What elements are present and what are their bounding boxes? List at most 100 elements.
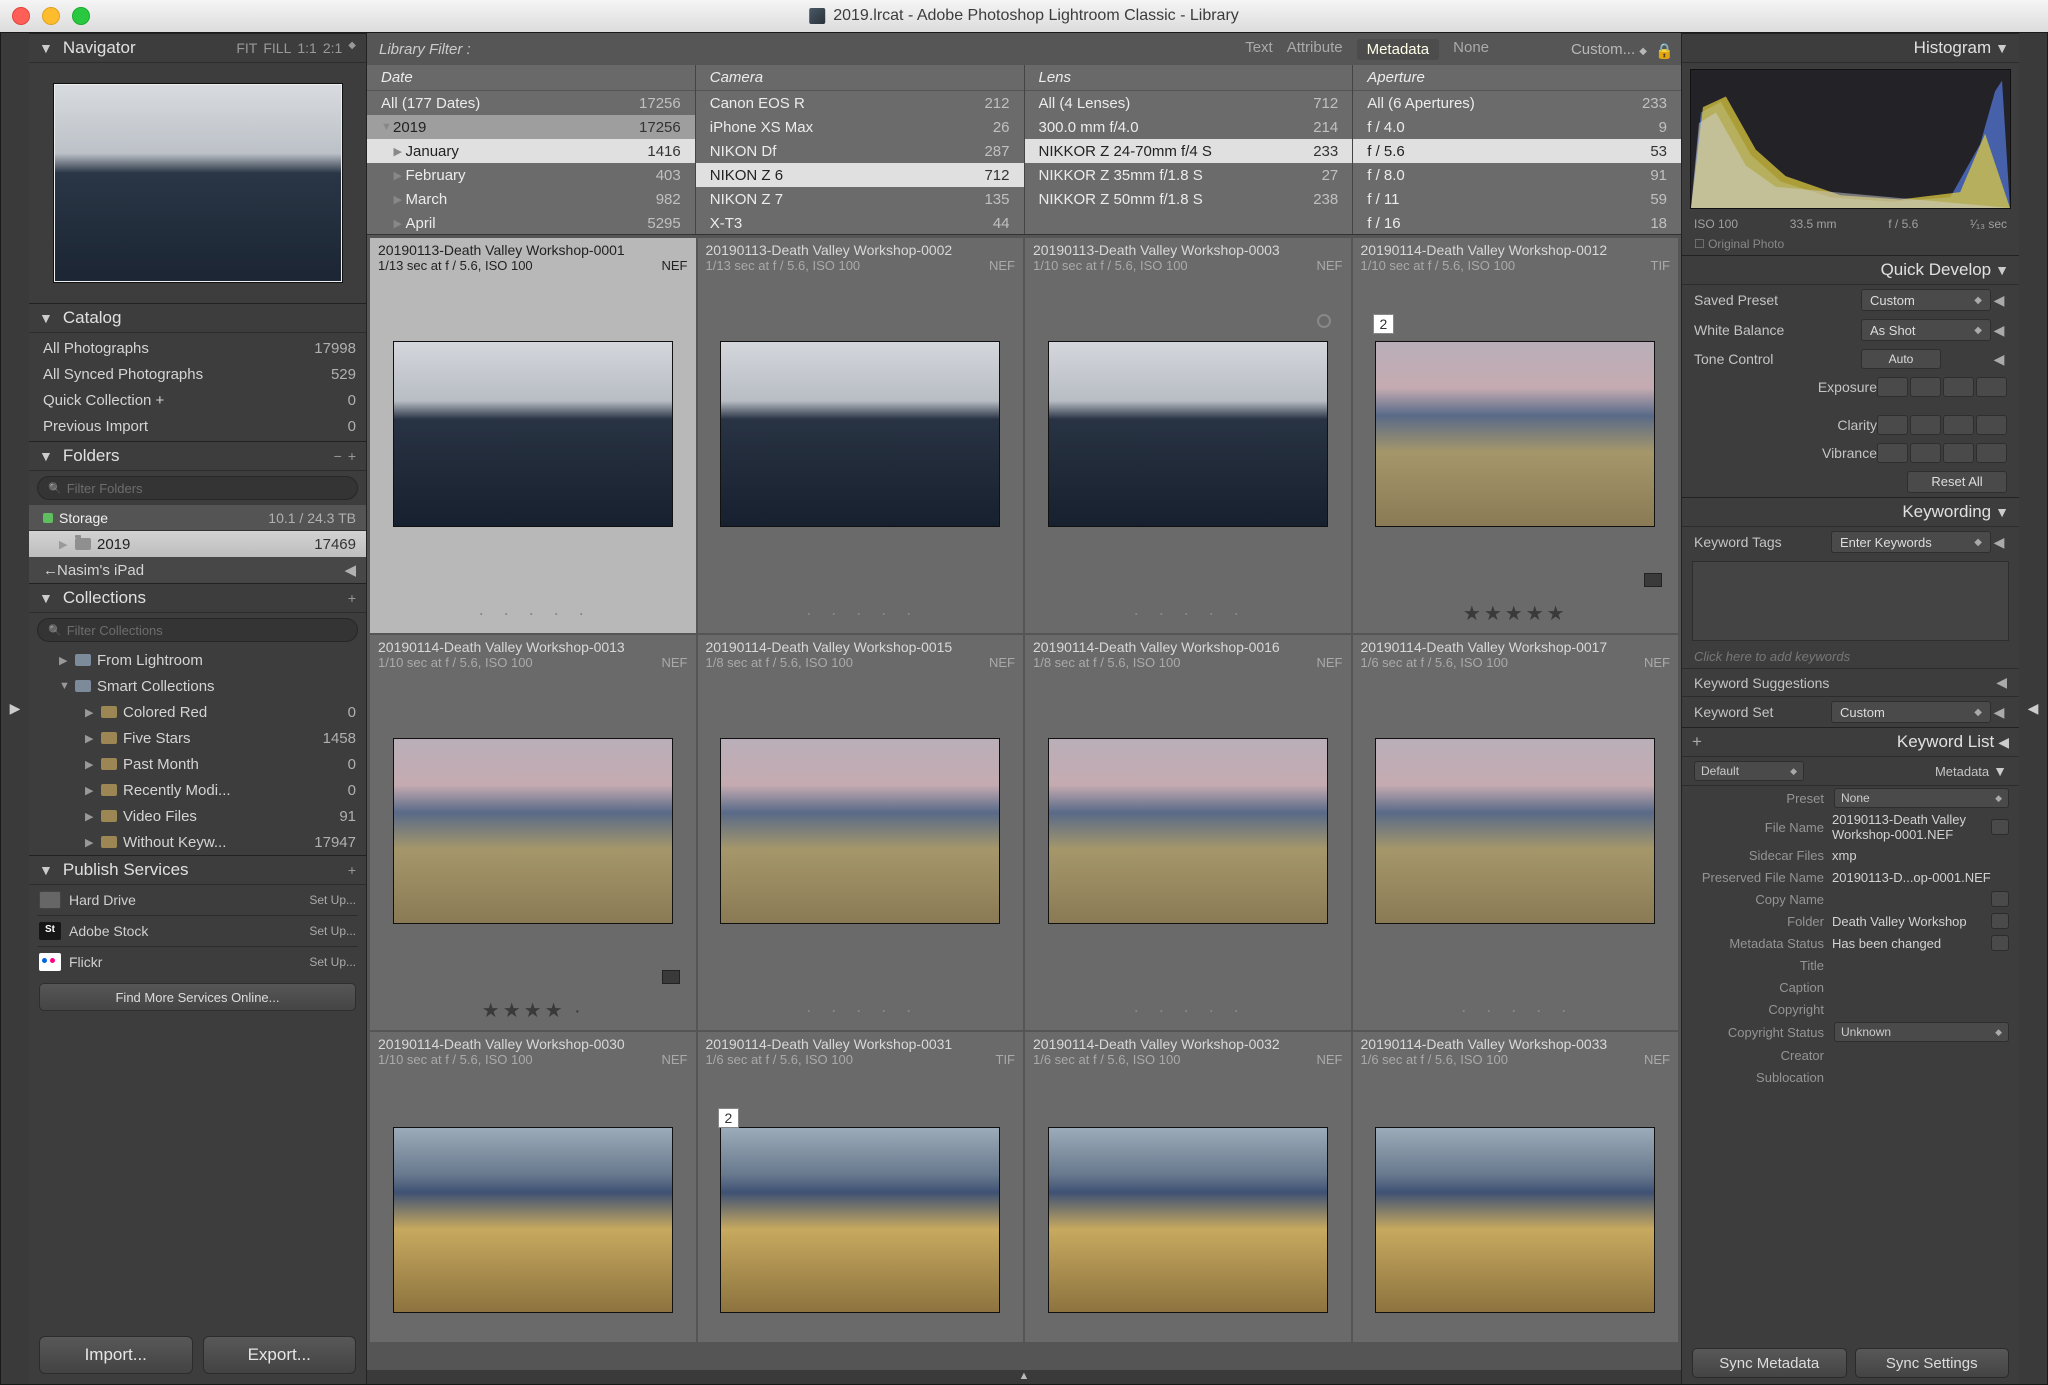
publish-flickr[interactable]: FlickrSet Up... [29,947,366,977]
nav-1to1[interactable]: 1:1 [297,40,316,56]
coll-smart[interactable]: ▼Smart Collections [29,673,366,699]
remove-folder-button[interactable]: − [334,448,342,464]
metadata-action-button[interactable] [1991,935,2009,951]
saved-preset-dropdown[interactable]: Custom◆ [1861,289,1991,311]
metadata-value[interactable]: 20190113-Death Valley Workshop-0001.NEF [1832,812,1987,842]
filter-row[interactable]: ▶January1416 [367,139,695,163]
coll-from-lightroom[interactable]: ▶From Lightroom [29,647,366,673]
filter-row[interactable]: NIKON Df287 [696,139,1024,163]
smart-collection-item[interactable]: ▶Colored Red0 [29,699,366,725]
rating-footer[interactable]: · · · · · [1025,593,1351,633]
filter-row[interactable]: 300.0 mm f/4.0214 [1025,115,1353,139]
smart-collection-item[interactable]: ▶Five Stars1458 [29,725,366,751]
filter-row[interactable]: All (177 Dates)17256 [367,91,695,115]
grid-cell[interactable]: 20190114-Death Valley Workshop-00331/6 s… [1353,1032,1679,1342]
filter-row[interactable]: NIKON Z 6712 [696,163,1024,187]
rating-footer[interactable]: · · · · · [1025,990,1351,1030]
catalog-item[interactable]: All Photographs17998 [29,335,366,361]
catalog-header[interactable]: ▼Catalog [29,303,366,333]
grid-cell[interactable]: 20190114-Death Valley Workshop-00121/10 … [1353,238,1679,633]
filter-row[interactable]: f / 4.09 [1353,115,1681,139]
close-window-button[interactable] [12,7,30,25]
filter-row[interactable]: NIKKOR Z 24-70mm f/4 S233 [1025,139,1353,163]
metadata-action-button[interactable] [1991,819,2009,835]
navigator-header[interactable]: ▼Navigator FIT FILL 1:1 2:1 ◆ [29,33,366,63]
grid-cell[interactable]: 20190113-Death Valley Workshop-00011/13 … [370,238,696,633]
grid-cell[interactable]: 20190113-Death Valley Workshop-00021/13 … [698,238,1024,633]
filter-row[interactable]: ▼201917256 [367,115,695,139]
metadata-value[interactable]: 20190113-D...op-0001.NEF [1832,870,2009,885]
metadata-value[interactable]: Death Valley Workshop [1832,914,1987,929]
keyword-hint[interactable]: Click here to add keywords [1682,645,2019,668]
filter-col-header[interactable]: Camera [696,65,1024,91]
grid-cell[interactable]: 20190114-Death Valley Workshop-00171/6 s… [1353,635,1679,1030]
histogram-header[interactable]: Histogram▼ [1682,33,2019,63]
nav-fill[interactable]: FILL [263,40,291,56]
add-folder-button[interactable]: + [348,448,356,464]
filter-row[interactable]: All (6 Apertures)233 [1353,91,1681,115]
filter-metadata-tab[interactable]: Metadata [1357,39,1440,60]
auto-tone-button[interactable]: Auto [1861,349,1941,369]
metadata-preset-dropdown[interactable]: None◆ [1834,788,2009,808]
collections-header[interactable]: ▼Collections+ [29,583,366,613]
publish-header[interactable]: ▼Publish Services+ [29,855,366,885]
filter-row[interactable]: f / 1618 [1353,211,1681,234]
rating-footer[interactable]: · · · · · [370,593,696,633]
find-services-button[interactable]: Find More Services Online... [39,983,356,1011]
catalog-item[interactable]: Quick Collection +0 [29,387,366,413]
filter-col-header[interactable]: Lens [1025,65,1353,91]
sync-metadata-button[interactable]: Sync Metadata [1692,1348,1847,1378]
grid-cell[interactable]: 20190113-Death Valley Workshop-00031/10 … [1025,238,1351,633]
metadata-value[interactable]: Has been changed [1832,936,1987,951]
keywording-header[interactable]: Keywording▼ [1682,497,2019,527]
add-publish-button[interactable]: + [348,862,356,878]
filter-row[interactable]: NIKKOR Z 35mm f/1.8 S27 [1025,163,1353,187]
grid-cell[interactable]: 20190114-Death Valley Workshop-00161/8 s… [1025,635,1351,1030]
filter-row[interactable]: f / 5.653 [1353,139,1681,163]
metadata-action-button[interactable] [1991,913,2009,929]
exposure-buttons[interactable] [1877,377,2007,397]
filter-preset-dropdown[interactable]: Custom... ◆ [1571,41,1647,58]
smart-collection-item[interactable]: ▶Video Files91 [29,803,366,829]
catalog-item[interactable]: Previous Import0 [29,413,366,439]
rating-footer[interactable]: · · · · · [1353,990,1679,1030]
minimize-window-button[interactable] [42,7,60,25]
metadata-action-button[interactable] [1991,891,2009,907]
rating-footer[interactable]: · · · · · [698,593,1024,633]
filter-none-tab[interactable]: None [1453,39,1489,60]
filter-row[interactable]: ▶April5295 [367,211,695,234]
nav-fit[interactable]: FIT [236,40,257,56]
lock-icon[interactable]: 🔒 [1655,42,1669,56]
clarity-buttons[interactable] [1877,415,2007,435]
publish-hard-drive[interactable]: Hard DriveSet Up... [29,885,366,915]
filter-text-tab[interactable]: Text [1245,39,1273,60]
folders-header[interactable]: ▼Folders−+ [29,441,366,471]
metadata-value[interactable]: xmp [1832,848,2009,863]
publish-adobe-stock[interactable]: StAdobe StockSet Up... [29,916,366,946]
filter-row[interactable]: NIKKOR Z 50mm f/1.8 S238 [1025,187,1353,211]
filter-row[interactable]: ▶February403 [367,163,695,187]
filter-row[interactable]: Canon EOS R212 [696,91,1024,115]
white-balance-dropdown[interactable]: As Shot◆ [1861,319,1991,341]
filter-row[interactable]: NIKON Z 7135 [696,187,1024,211]
filter-col-header[interactable]: Aperture [1353,65,1681,91]
grid-cell[interactable]: 20190114-Death Valley Workshop-00131/10 … [370,635,696,1030]
ipad-device-row[interactable]: ←Nasim's iPad◀ [29,557,366,583]
grid-cell[interactable]: 20190114-Death Valley Workshop-00321/6 s… [1025,1032,1351,1342]
sync-settings-button[interactable]: Sync Settings [1855,1348,2010,1378]
filter-collections-input[interactable]: Filter Collections [37,618,358,642]
metadata-set-dropdown[interactable]: Default◆ [1694,761,1804,781]
smart-collection-item[interactable]: ▶Past Month0 [29,751,366,777]
vibrance-buttons[interactable] [1877,443,2007,463]
filter-row[interactable]: ▶March982 [367,187,695,211]
navigator-preview[interactable] [29,63,366,303]
metadata-dropdown[interactable]: Unknown◆ [1834,1022,2009,1042]
nav-zoom[interactable]: 2:1 [323,40,342,56]
rating-footer[interactable]: ★★★★ · [370,990,696,1030]
maximize-window-button[interactable] [72,7,90,25]
grid-cell[interactable]: 20190114-Death Valley Workshop-00311/6 s… [698,1032,1024,1342]
keyword-tags-dropdown[interactable]: Enter Keywords◆ [1831,531,1991,553]
grid-cell[interactable]: 20190114-Death Valley Workshop-00151/8 s… [698,635,1024,1030]
rating-footer[interactable]: ★★★★★ [1353,593,1679,633]
import-button[interactable]: Import... [39,1336,193,1374]
